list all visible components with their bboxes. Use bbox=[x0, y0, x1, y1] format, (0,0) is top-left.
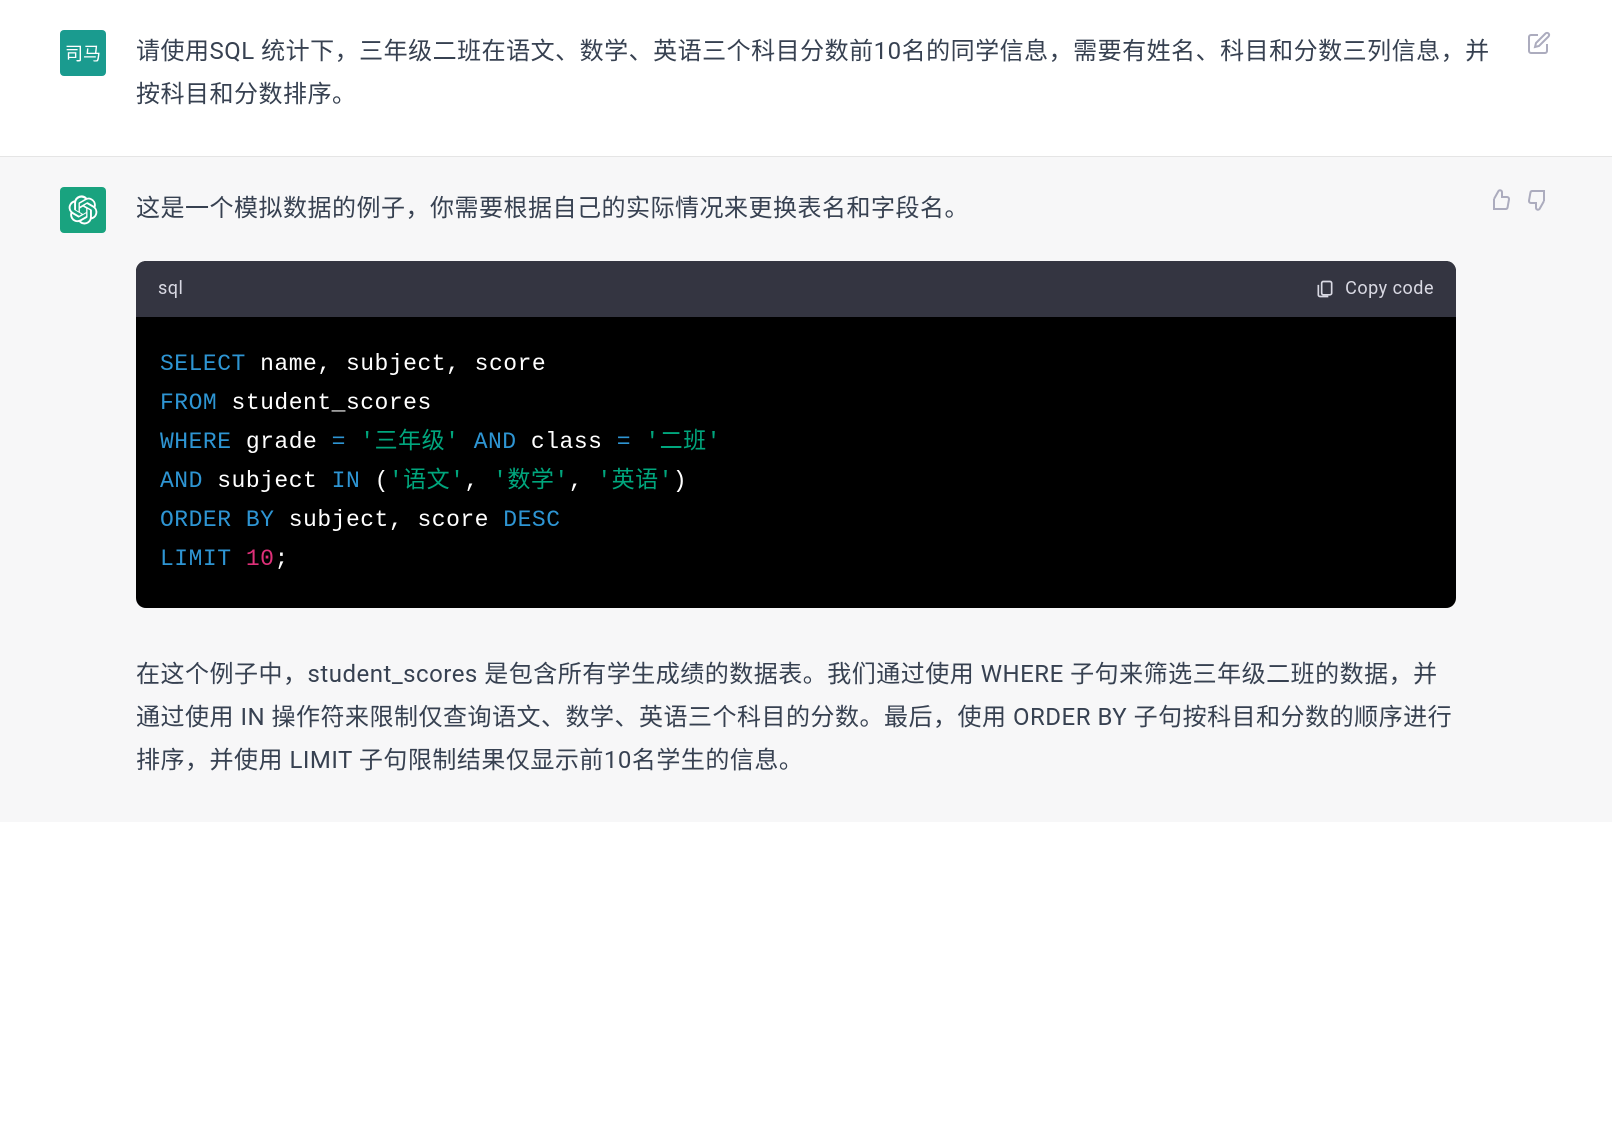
code-token: '英语' bbox=[597, 468, 673, 494]
code-token: grade bbox=[232, 429, 332, 455]
code-block: sql Copy code SELECT name, subject, scor… bbox=[136, 261, 1456, 608]
user-message-text: 请使用SQL 统计下，三年级二班在语文、数学、英语三个科目分数前10名的同学信息… bbox=[136, 30, 1496, 116]
code-language-label: sql bbox=[158, 273, 183, 305]
code-token: ) bbox=[673, 468, 687, 494]
code-token: , bbox=[464, 468, 493, 494]
thumbs-up-icon[interactable] bbox=[1486, 187, 1512, 213]
code-token: AND bbox=[160, 468, 203, 494]
code-token: '三年级' bbox=[360, 429, 459, 455]
edit-icon[interactable] bbox=[1526, 30, 1552, 56]
code-token: name, subject, score bbox=[246, 351, 546, 377]
code-token bbox=[346, 429, 360, 455]
code-token: '语文' bbox=[389, 468, 465, 494]
copy-code-label: Copy code bbox=[1345, 273, 1434, 305]
thumbs-down-icon[interactable] bbox=[1526, 187, 1552, 213]
code-token: WHERE bbox=[160, 429, 232, 455]
code-token: , bbox=[569, 468, 598, 494]
code-token: ; bbox=[274, 546, 288, 572]
code-token: student_scores bbox=[217, 390, 432, 416]
assistant-actions bbox=[1486, 187, 1552, 782]
code-token bbox=[631, 429, 645, 455]
user-avatar-text: 司马 bbox=[65, 40, 101, 66]
assistant-explain-text: 在这个例子中，student_scores 是包含所有学生成绩的数据表。我们通过… bbox=[136, 653, 1456, 783]
code-token: ORDER bbox=[160, 507, 232, 533]
code-token: AND bbox=[474, 429, 517, 455]
code-token: DESC bbox=[503, 507, 560, 533]
code-token bbox=[232, 546, 246, 572]
code-token: LIMIT bbox=[160, 546, 232, 572]
code-token: BY bbox=[246, 507, 275, 533]
code-header: sql Copy code bbox=[136, 261, 1456, 317]
code-token: subject, score bbox=[274, 507, 503, 533]
assistant-avatar bbox=[60, 187, 106, 233]
code-token: 10 bbox=[246, 546, 275, 572]
user-actions bbox=[1526, 30, 1552, 116]
code-token: '数学' bbox=[493, 468, 569, 494]
openai-logo-icon bbox=[68, 195, 98, 225]
code-token: SELECT bbox=[160, 351, 246, 377]
assistant-intro-text: 这是一个模拟数据的例子，你需要根据自己的实际情况来更换表名和字段名。 bbox=[136, 187, 1456, 230]
code-token: '二班' bbox=[645, 429, 721, 455]
code-token bbox=[459, 429, 473, 455]
code-token: FROM bbox=[160, 390, 217, 416]
code-token: = bbox=[332, 429, 346, 455]
code-token bbox=[232, 507, 246, 533]
copy-code-button[interactable]: Copy code bbox=[1315, 273, 1434, 305]
code-body: SELECT name, subject, score FROM student… bbox=[136, 317, 1456, 608]
code-token: = bbox=[617, 429, 631, 455]
code-token: ( bbox=[360, 468, 389, 494]
code-token: IN bbox=[332, 468, 361, 494]
code-token: class bbox=[517, 429, 617, 455]
assistant-message-row: 这是一个模拟数据的例子，你需要根据自己的实际情况来更换表名和字段名。 sql C… bbox=[0, 157, 1612, 822]
user-avatar: 司马 bbox=[60, 30, 106, 76]
user-message-row: 司马 请使用SQL 统计下，三年级二班在语文、数学、英语三个科目分数前10名的同… bbox=[0, 0, 1612, 157]
user-message-content: 请使用SQL 统计下，三年级二班在语文、数学、英语三个科目分数前10名的同学信息… bbox=[136, 30, 1496, 116]
assistant-message-content: 这是一个模拟数据的例子，你需要根据自己的实际情况来更换表名和字段名。 sql C… bbox=[136, 187, 1456, 782]
code-token: subject bbox=[203, 468, 332, 494]
clipboard-icon bbox=[1315, 279, 1335, 299]
